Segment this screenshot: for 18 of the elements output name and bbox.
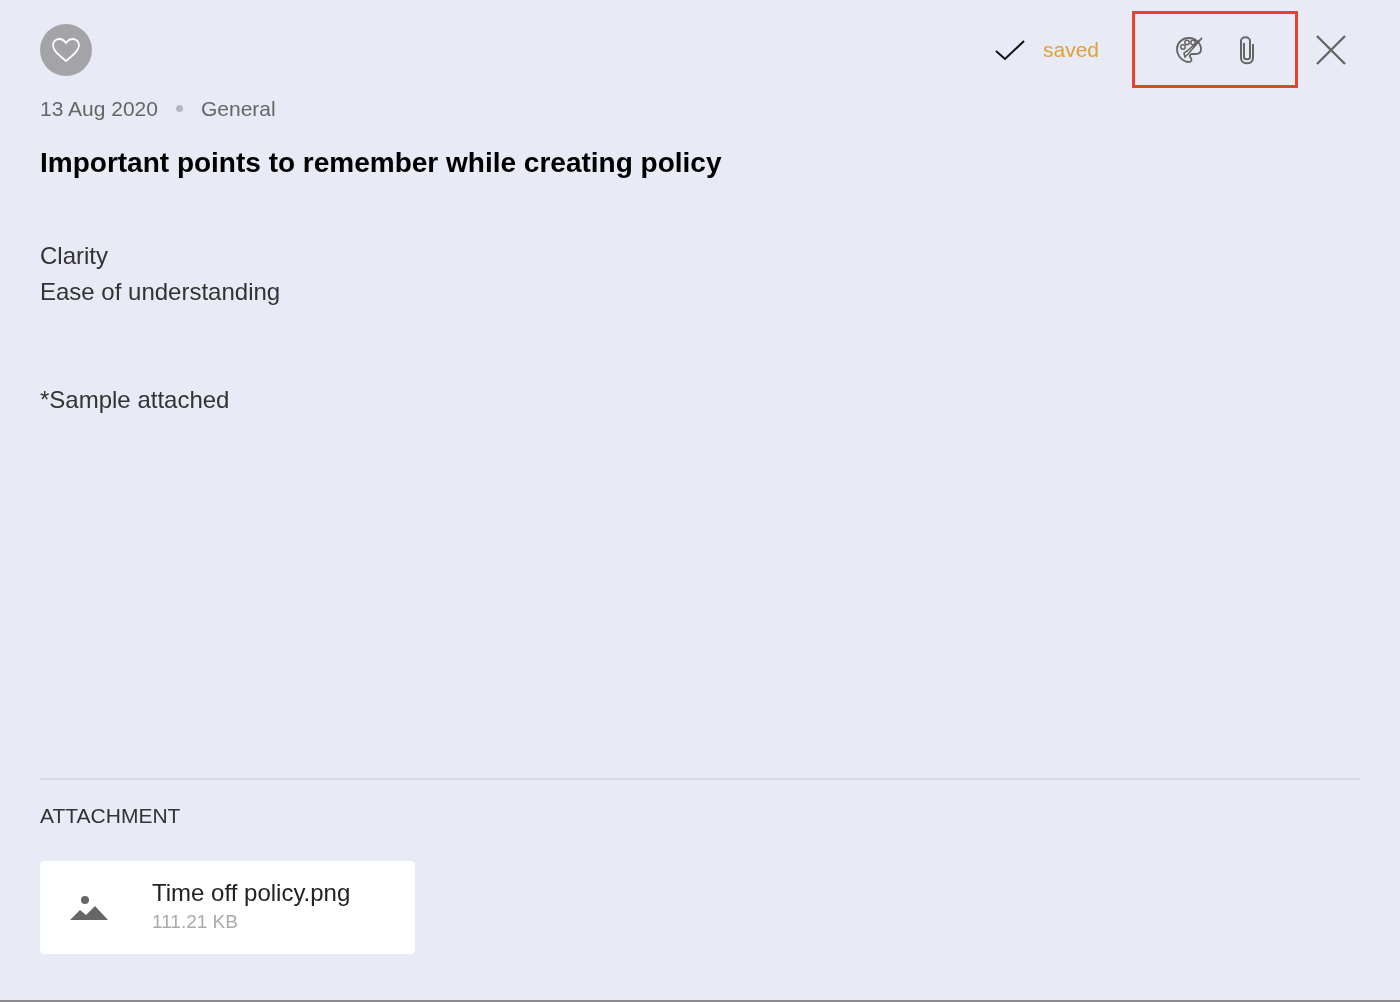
section-heading: ATTACHMENT bbox=[40, 802, 182, 829]
file-size: 111.21 KB bbox=[152, 909, 239, 934]
note-date: 13 Aug 2020 bbox=[40, 96, 158, 122]
note-title: Important points to remember while creating policy bbox=[40, 146, 723, 181]
paperclip-icon[interactable] bbox=[1238, 34, 1256, 65]
attachment-card[interactable]: Time off policy.png 111.21 KB bbox=[40, 861, 415, 954]
file-name: Time off policy.png bbox=[152, 878, 351, 908]
body-text: *Sample attached bbox=[40, 384, 231, 415]
close-icon[interactable] bbox=[1316, 34, 1346, 65]
body-text: Ease of understanding bbox=[40, 276, 282, 307]
favorite-button[interactable] bbox=[40, 24, 92, 76]
heart-icon bbox=[51, 37, 81, 63]
save-status: saved bbox=[1042, 36, 1099, 63]
palette-icon[interactable] bbox=[1174, 34, 1204, 65]
body-text: Clarity bbox=[40, 240, 109, 271]
image-icon bbox=[70, 894, 108, 921]
note-category: General bbox=[200, 96, 276, 122]
separator-dot bbox=[175, 105, 183, 113]
